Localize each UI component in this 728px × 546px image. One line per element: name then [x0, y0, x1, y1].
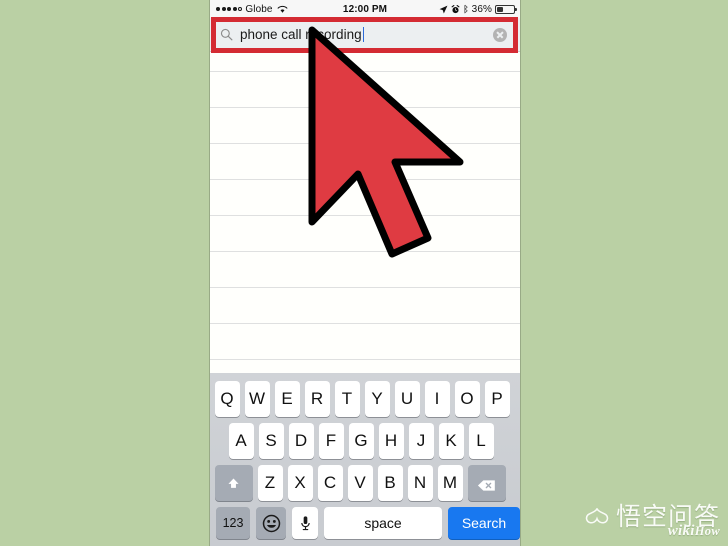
key-o[interactable]: O	[454, 381, 480, 417]
key-u[interactable]: U	[394, 381, 420, 417]
phone-screen: Globe 12:00 PM 36% phone call recording …	[210, 0, 520, 546]
backspace-key[interactable]	[467, 465, 506, 501]
key-j[interactable]: J	[408, 423, 434, 459]
note-rule-line	[210, 179, 520, 180]
note-rule-line	[210, 143, 520, 144]
microphone-icon	[300, 515, 311, 532]
key-t[interactable]: T	[334, 381, 360, 417]
key-a[interactable]: A	[228, 423, 254, 459]
emoji-key[interactable]	[256, 507, 286, 539]
text-caret	[362, 27, 365, 42]
key-s[interactable]: S	[258, 423, 284, 459]
note-rule-line	[210, 359, 520, 360]
key-p[interactable]: P	[484, 381, 510, 417]
bluetooth-icon	[463, 4, 469, 14]
key-w[interactable]: W	[244, 381, 270, 417]
key-l[interactable]: L	[468, 423, 494, 459]
smiley-face-icon	[262, 514, 281, 533]
status-bar: Globe 12:00 PM 36%	[210, 0, 520, 18]
location-arrow-icon	[439, 5, 448, 14]
shift-arrow-icon	[226, 476, 241, 491]
key-d[interactable]: D	[288, 423, 314, 459]
key-h[interactable]: H	[378, 423, 404, 459]
key-f[interactable]: F	[318, 423, 344, 459]
key-m[interactable]: M	[437, 465, 463, 501]
keyboard-row-3: ZXCVBNM	[210, 465, 520, 501]
key-y[interactable]: Y	[364, 381, 390, 417]
notes-canvas[interactable]	[210, 53, 520, 373]
note-rule-line	[210, 215, 520, 216]
status-bar-right: 36%	[439, 3, 517, 15]
search-bar[interactable]: phone call recording	[210, 18, 520, 52]
note-rule-line	[210, 251, 520, 252]
shift-key[interactable]	[214, 465, 253, 501]
key-r[interactable]: R	[304, 381, 330, 417]
numbers-key[interactable]: 123	[216, 507, 250, 539]
space-key[interactable]: space	[324, 507, 442, 539]
watermark-wiki: wiki	[667, 523, 695, 539]
dictation-key[interactable]	[292, 507, 318, 539]
backspace-icon	[477, 477, 496, 491]
alarm-clock-icon	[451, 4, 460, 14]
watermark-how: How	[694, 524, 720, 538]
battery-percent-label: 36%	[471, 3, 492, 15]
search-input[interactable]: phone call recording	[240, 27, 362, 42]
note-rule-line	[210, 107, 520, 108]
note-rule-line	[210, 71, 520, 72]
key-x[interactable]: X	[287, 465, 313, 501]
watermark: 悟空问答 wikiHow	[584, 504, 720, 540]
key-n[interactable]: N	[407, 465, 433, 501]
search-icon	[220, 28, 233, 41]
key-g[interactable]: G	[348, 423, 374, 459]
key-k[interactable]: K	[438, 423, 464, 459]
keyboard-row-2: ASDFGHJKL	[210, 423, 520, 459]
key-b[interactable]: B	[377, 465, 403, 501]
key-v[interactable]: V	[347, 465, 373, 501]
note-rule-line	[210, 287, 520, 288]
search-key[interactable]: Search	[448, 507, 520, 539]
keyboard-row-1: QWERTYUIOP	[210, 381, 520, 417]
keyboard-row-4: 123 space Search	[210, 507, 520, 539]
cloud-logo-icon	[584, 507, 610, 525]
key-e[interactable]: E	[274, 381, 300, 417]
key-i[interactable]: I	[424, 381, 450, 417]
key-q[interactable]: Q	[214, 381, 240, 417]
clear-search-icon[interactable]	[493, 27, 507, 42]
battery-icon	[495, 4, 517, 14]
note-rule-line	[210, 323, 520, 324]
key-c[interactable]: C	[317, 465, 343, 501]
key-z[interactable]: Z	[257, 465, 283, 501]
onscreen-keyboard: QWERTYUIOP ASDFGHJKL ZXCVBNM 123 space S…	[210, 373, 520, 546]
